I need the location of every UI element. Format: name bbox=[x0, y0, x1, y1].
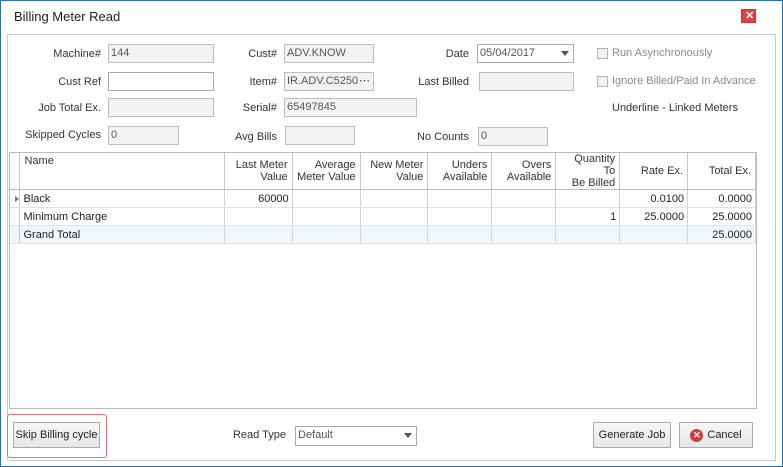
row-pointer-icon bbox=[15, 195, 19, 202]
read-type-value: Default bbox=[298, 429, 333, 441]
avg-bills-field bbox=[285, 126, 355, 145]
ignore-billed-label: Ignore Billed/Paid In Advance bbox=[612, 75, 756, 87]
run-async-checkbox[interactable] bbox=[597, 48, 608, 59]
row-indicator bbox=[10, 189, 21, 208]
column-header-rate[interactable]: Rate Ex. bbox=[619, 153, 689, 190]
grand-total-row: Grand Total 25.0000 bbox=[10, 225, 756, 244]
no-counts-label: No Counts bbox=[417, 131, 469, 143]
cell-new-meter[interactable] bbox=[360, 207, 429, 226]
cust-ref-label: Cust Ref bbox=[58, 76, 101, 88]
read-type-label: Read Type bbox=[232, 429, 286, 441]
row-indicator-header bbox=[10, 153, 21, 190]
meter-grid[interactable]: Name Last Meter Value Average Meter Value … bbox=[9, 152, 757, 409]
cell-average-meter[interactable] bbox=[292, 207, 361, 226]
job-total-field bbox=[108, 98, 214, 117]
cell-overs[interactable] bbox=[491, 207, 557, 226]
chevron-down-icon[interactable] bbox=[404, 433, 412, 438]
cell-last-meter bbox=[224, 225, 293, 244]
cell-unders bbox=[427, 225, 493, 244]
cell-overs bbox=[491, 225, 557, 244]
column-header-overs[interactable]: Overs Available bbox=[491, 153, 557, 190]
date-value: 05/04/2017 bbox=[480, 47, 536, 59]
grid-header-row: Name Last Meter Value Average Meter Value … bbox=[10, 153, 756, 190]
serial-field: 65497845 bbox=[284, 98, 417, 117]
cell-quantity bbox=[555, 225, 621, 244]
generate-job-button[interactable]: Generate Job bbox=[593, 422, 671, 448]
ellipsis-icon[interactable]: ⋯ bbox=[359, 74, 370, 87]
column-header-new-meter[interactable]: New Meter Value bbox=[360, 153, 429, 190]
machine-label: Machine# bbox=[53, 48, 101, 60]
cell-new-meter[interactable] bbox=[360, 189, 429, 208]
cell-quantity[interactable] bbox=[555, 189, 621, 208]
cell-name[interactable]: Black bbox=[19, 189, 225, 208]
billing-meter-read-window: Billing Meter Read ✕ Machine# 144 Cust# … bbox=[0, 0, 783, 467]
close-icon: ✕ bbox=[745, 10, 755, 22]
ignore-billed-checkbox[interactable] bbox=[597, 76, 608, 87]
cell-total[interactable]: 0.0000 bbox=[687, 189, 756, 208]
no-counts-field: 0 bbox=[478, 127, 548, 146]
cell-name[interactable]: Minimum Charge bbox=[19, 207, 225, 226]
cell-name: Grand Total bbox=[19, 225, 225, 244]
cust-ref-input[interactable] bbox=[108, 72, 214, 91]
window-title: Billing Meter Read bbox=[14, 9, 121, 24]
skip-billing-cycle-button[interactable]: Skip Billing cycle bbox=[13, 422, 100, 448]
meter-table: Name Last Meter Value Average Meter Value … bbox=[10, 153, 756, 244]
cust-field: ADV.KNOW bbox=[284, 44, 374, 63]
cust-label: Cust# bbox=[248, 48, 277, 60]
avg-bills-label: Avg Bills bbox=[235, 131, 277, 143]
date-picker[interactable]: 05/04/2017 bbox=[477, 44, 574, 63]
chevron-down-icon[interactable] bbox=[561, 51, 569, 56]
cell-quantity[interactable]: 1 bbox=[555, 207, 621, 226]
cell-average-meter[interactable] bbox=[292, 189, 361, 208]
column-header-unders[interactable]: Unders Available bbox=[427, 153, 493, 190]
skipped-cycles-field: 0 bbox=[108, 126, 179, 145]
cell-rate[interactable]: 0.0100 bbox=[619, 189, 689, 208]
item-value: IR.ADV.C5250 bbox=[287, 75, 359, 87]
date-label: Date bbox=[445, 48, 469, 60]
cancel-button[interactable]: ✕ Cancel bbox=[679, 422, 753, 448]
underline-linked-meters-note: Underline - Linked Meters bbox=[612, 102, 738, 114]
cell-rate[interactable]: 25.0000 bbox=[619, 207, 689, 226]
cell-rate bbox=[619, 225, 689, 244]
skipped-cycles-label: Skipped Cycles bbox=[25, 129, 101, 141]
cell-unders[interactable] bbox=[427, 189, 493, 208]
column-header-average-meter[interactable]: Average Meter Value bbox=[292, 153, 361, 190]
last-billed-label: Last Billed bbox=[418, 76, 469, 88]
item-label: Item# bbox=[249, 76, 277, 88]
column-header-total[interactable]: Total Ex. bbox=[687, 153, 756, 190]
cell-average-meter bbox=[292, 225, 361, 244]
cell-last-meter[interactable] bbox=[224, 207, 293, 226]
cell-overs[interactable] bbox=[491, 189, 557, 208]
cell-total[interactable]: 25.0000 bbox=[687, 207, 756, 226]
item-field[interactable]: IR.ADV.C5250 ⋯ bbox=[284, 72, 374, 91]
cell-new-meter bbox=[360, 225, 429, 244]
last-billed-field bbox=[479, 72, 574, 91]
serial-label: Serial# bbox=[242, 102, 277, 114]
job-total-label: Job Total Ex. bbox=[38, 102, 101, 114]
column-header-name[interactable]: Name bbox=[19, 153, 225, 190]
machine-field: 144 bbox=[108, 44, 214, 63]
row-indicator bbox=[10, 207, 21, 226]
title-bar: Billing Meter Read ✕ bbox=[1, 1, 782, 31]
table-row[interactable]: Black 60000 0.0100 0.0000 bbox=[10, 189, 756, 208]
cell-unders[interactable] bbox=[427, 207, 493, 226]
row-indicator bbox=[10, 225, 21, 244]
cell-last-meter[interactable]: 60000 bbox=[224, 189, 293, 208]
cancel-icon: ✕ bbox=[690, 428, 704, 442]
table-row[interactable]: Minimum Charge 1 25.0000 25.0000 bbox=[10, 207, 756, 226]
cell-total: 25.0000 bbox=[687, 225, 756, 244]
column-header-quantity[interactable]: Quantity To Be Billed bbox=[555, 153, 621, 190]
column-header-last-meter[interactable]: Last Meter Value bbox=[224, 153, 293, 190]
run-async-label: Run Asynchronously bbox=[612, 47, 713, 59]
cancel-label: Cancel bbox=[707, 429, 742, 441]
read-type-select[interactable]: Default bbox=[295, 426, 417, 446]
close-button[interactable]: ✕ bbox=[741, 9, 756, 23]
